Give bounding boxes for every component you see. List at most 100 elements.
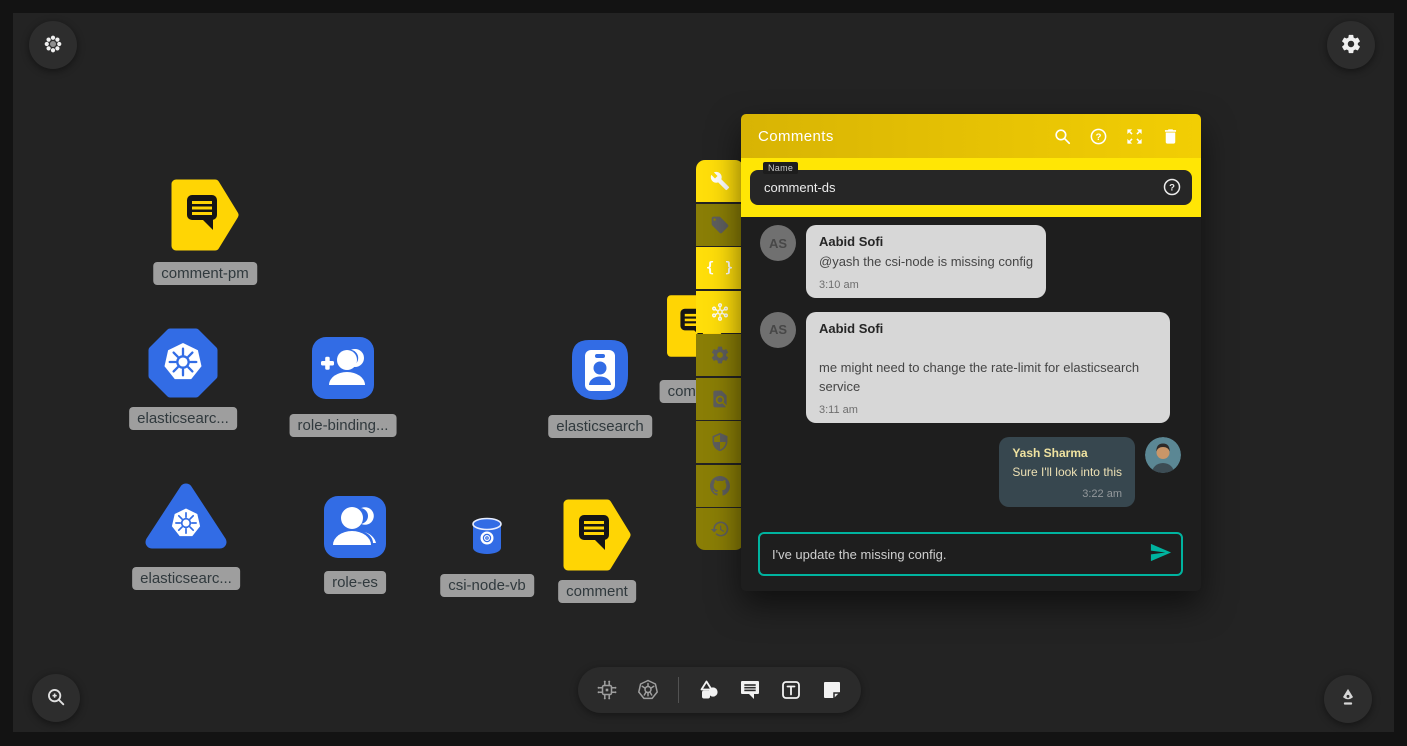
chat-message: Yash Sharma Sure I'll look into this 3:22 … xyxy=(760,437,1182,507)
node-label: csi-node-vb xyxy=(440,574,534,597)
canvas-tool-shapes-button[interactable] xyxy=(696,677,722,703)
name-input[interactable] xyxy=(750,170,1192,205)
user-initials-avatar: AS xyxy=(760,225,796,261)
svg-text:?: ? xyxy=(1095,131,1101,142)
braces-icon: { } xyxy=(706,260,734,276)
canvas-node-service-account[interactable]: elasticsearch xyxy=(565,335,635,405)
side-tool-wrench-button[interactable] xyxy=(696,160,744,202)
design-canvas[interactable]: comment-pm elasticsearc... role-binding...… xyxy=(13,13,1394,732)
message-author: Aabid Sofi xyxy=(819,234,1033,249)
chat-message: AS Aabid Sofi me might need to change the … xyxy=(760,312,1182,423)
comment-node-icon xyxy=(560,559,634,576)
side-tool-braces-button[interactable]: { } xyxy=(696,247,744,289)
help-button[interactable]: ? xyxy=(1084,122,1112,150)
gear-icon xyxy=(710,345,730,365)
name-help-button[interactable]: ? xyxy=(1161,177,1183,199)
message-input[interactable] xyxy=(760,547,1139,562)
node-label: elasticsearch xyxy=(548,415,652,438)
canvas-node-role[interactable]: role-es xyxy=(320,492,390,562)
canvas-tool-note-button[interactable] xyxy=(819,677,845,703)
canvas-node-k8s-octagon[interactable]: elasticsearc... xyxy=(147,327,219,399)
name-field-label: Name xyxy=(763,162,798,174)
side-tool-tag-button[interactable] xyxy=(696,204,744,246)
comment-node-icon xyxy=(168,239,242,256)
canvas-tool-chip-button[interactable] xyxy=(594,677,620,703)
wrench-icon xyxy=(710,171,730,191)
pen-nib-icon xyxy=(1337,687,1359,712)
messages-list[interactable]: AS Aabid Sofi @yash the csi-node is missin… xyxy=(741,217,1201,528)
settings-gear-icon xyxy=(1340,33,1362,58)
side-tool-history-button[interactable] xyxy=(696,508,744,550)
zoom-button[interactable] xyxy=(32,674,80,722)
zoom-in-icon xyxy=(45,686,67,711)
canvas-node-cylinder[interactable]: csi-node-vb xyxy=(468,516,506,558)
doc-search-icon xyxy=(710,389,730,409)
settings-button[interactable] xyxy=(1327,21,1375,69)
expand-icon xyxy=(1125,127,1144,146)
delete-button[interactable] xyxy=(1156,122,1184,150)
side-tool-doc-search-button[interactable] xyxy=(696,378,744,420)
search-icon xyxy=(1053,127,1072,146)
canvas-node-k8s-triangle[interactable]: elasticsearc... xyxy=(143,480,229,554)
search-button[interactable] xyxy=(1048,122,1076,150)
help-icon: ? xyxy=(1089,127,1108,146)
canvas-node-comment[interactable]: comment xyxy=(560,498,634,572)
node-label: comment xyxy=(558,580,636,603)
toolbar-divider xyxy=(678,677,679,703)
comment-bubble-icon xyxy=(738,678,762,702)
node-label: role-binding... xyxy=(290,414,397,437)
k8s-triangle-node-icon xyxy=(143,541,229,558)
message-text: @yash the csi-node is missing config xyxy=(819,252,1033,272)
message-time: 3:10 am xyxy=(819,279,1033,291)
expand-button[interactable] xyxy=(1120,122,1148,150)
message-composer xyxy=(758,532,1183,576)
side-toolbar: { } xyxy=(696,160,744,550)
message-author: Yash Sharma xyxy=(1012,446,1122,460)
comments-panel-actions: ? xyxy=(1040,122,1184,150)
help-icon: ? xyxy=(1162,185,1182,200)
role-binding-node-icon xyxy=(308,390,378,407)
svg-text:?: ? xyxy=(1169,182,1175,193)
note-icon xyxy=(820,678,844,702)
tag-icon xyxy=(710,215,730,235)
canvas-tool-text-tool-button[interactable] xyxy=(778,677,804,703)
comments-panel: Comments ? Name ? AS Aabid Sofi @yash the … xyxy=(741,114,1201,591)
canvas-node-role-binding[interactable]: role-binding... xyxy=(308,333,378,403)
node-label: comment-pm xyxy=(153,262,257,285)
send-button[interactable] xyxy=(1139,534,1181,574)
name-section: Name ? xyxy=(741,158,1201,217)
app-logo-button[interactable] xyxy=(29,21,77,69)
side-tool-gear-button[interactable] xyxy=(696,334,744,376)
shapes-icon xyxy=(697,678,721,702)
side-tool-github-button[interactable] xyxy=(696,465,744,507)
canvas-node-comment[interactable]: comment-pm xyxy=(168,178,242,252)
kubernetes-icon xyxy=(636,678,660,702)
history-icon xyxy=(710,519,730,539)
message-text: Sure I'll look into this xyxy=(1012,463,1122,481)
hub-icon xyxy=(710,302,730,322)
message-text: me might need to change the rate-limit f… xyxy=(819,358,1157,397)
comments-panel-title: Comments xyxy=(758,128,1040,145)
chip-icon xyxy=(595,678,619,702)
github-icon xyxy=(710,476,730,496)
cylinder-node-icon xyxy=(468,545,506,562)
chat-message: AS Aabid Sofi @yash the csi-node is missin… xyxy=(760,225,1182,298)
canvas-tool-comment-bubble-button[interactable] xyxy=(737,677,763,703)
user-initials-avatar: AS xyxy=(760,312,796,348)
side-tool-shield-button[interactable] xyxy=(696,421,744,463)
delete-icon xyxy=(1161,127,1180,146)
message-time: 3:11 am xyxy=(819,404,1157,416)
send-icon xyxy=(1149,541,1172,567)
shield-icon xyxy=(710,432,730,452)
node-label: elasticsearc... xyxy=(132,567,240,590)
side-tool-hub-button[interactable] xyxy=(696,291,744,333)
message-time: 3:22 am xyxy=(1012,488,1122,500)
canvas-tool-kubernetes-button[interactable] xyxy=(635,677,661,703)
pen-tool-button[interactable] xyxy=(1324,675,1372,723)
k8s-octagon-node-icon xyxy=(147,386,219,403)
message-bubble: Aabid Sofi @yash the csi-node is missing … xyxy=(806,225,1046,298)
node-label: role-es xyxy=(324,571,386,594)
comments-panel-header[interactable]: Comments ? xyxy=(741,114,1201,158)
message-bubble: Aabid Sofi me might need to change the ra… xyxy=(806,312,1170,423)
message-author: Aabid Sofi xyxy=(819,321,1157,336)
